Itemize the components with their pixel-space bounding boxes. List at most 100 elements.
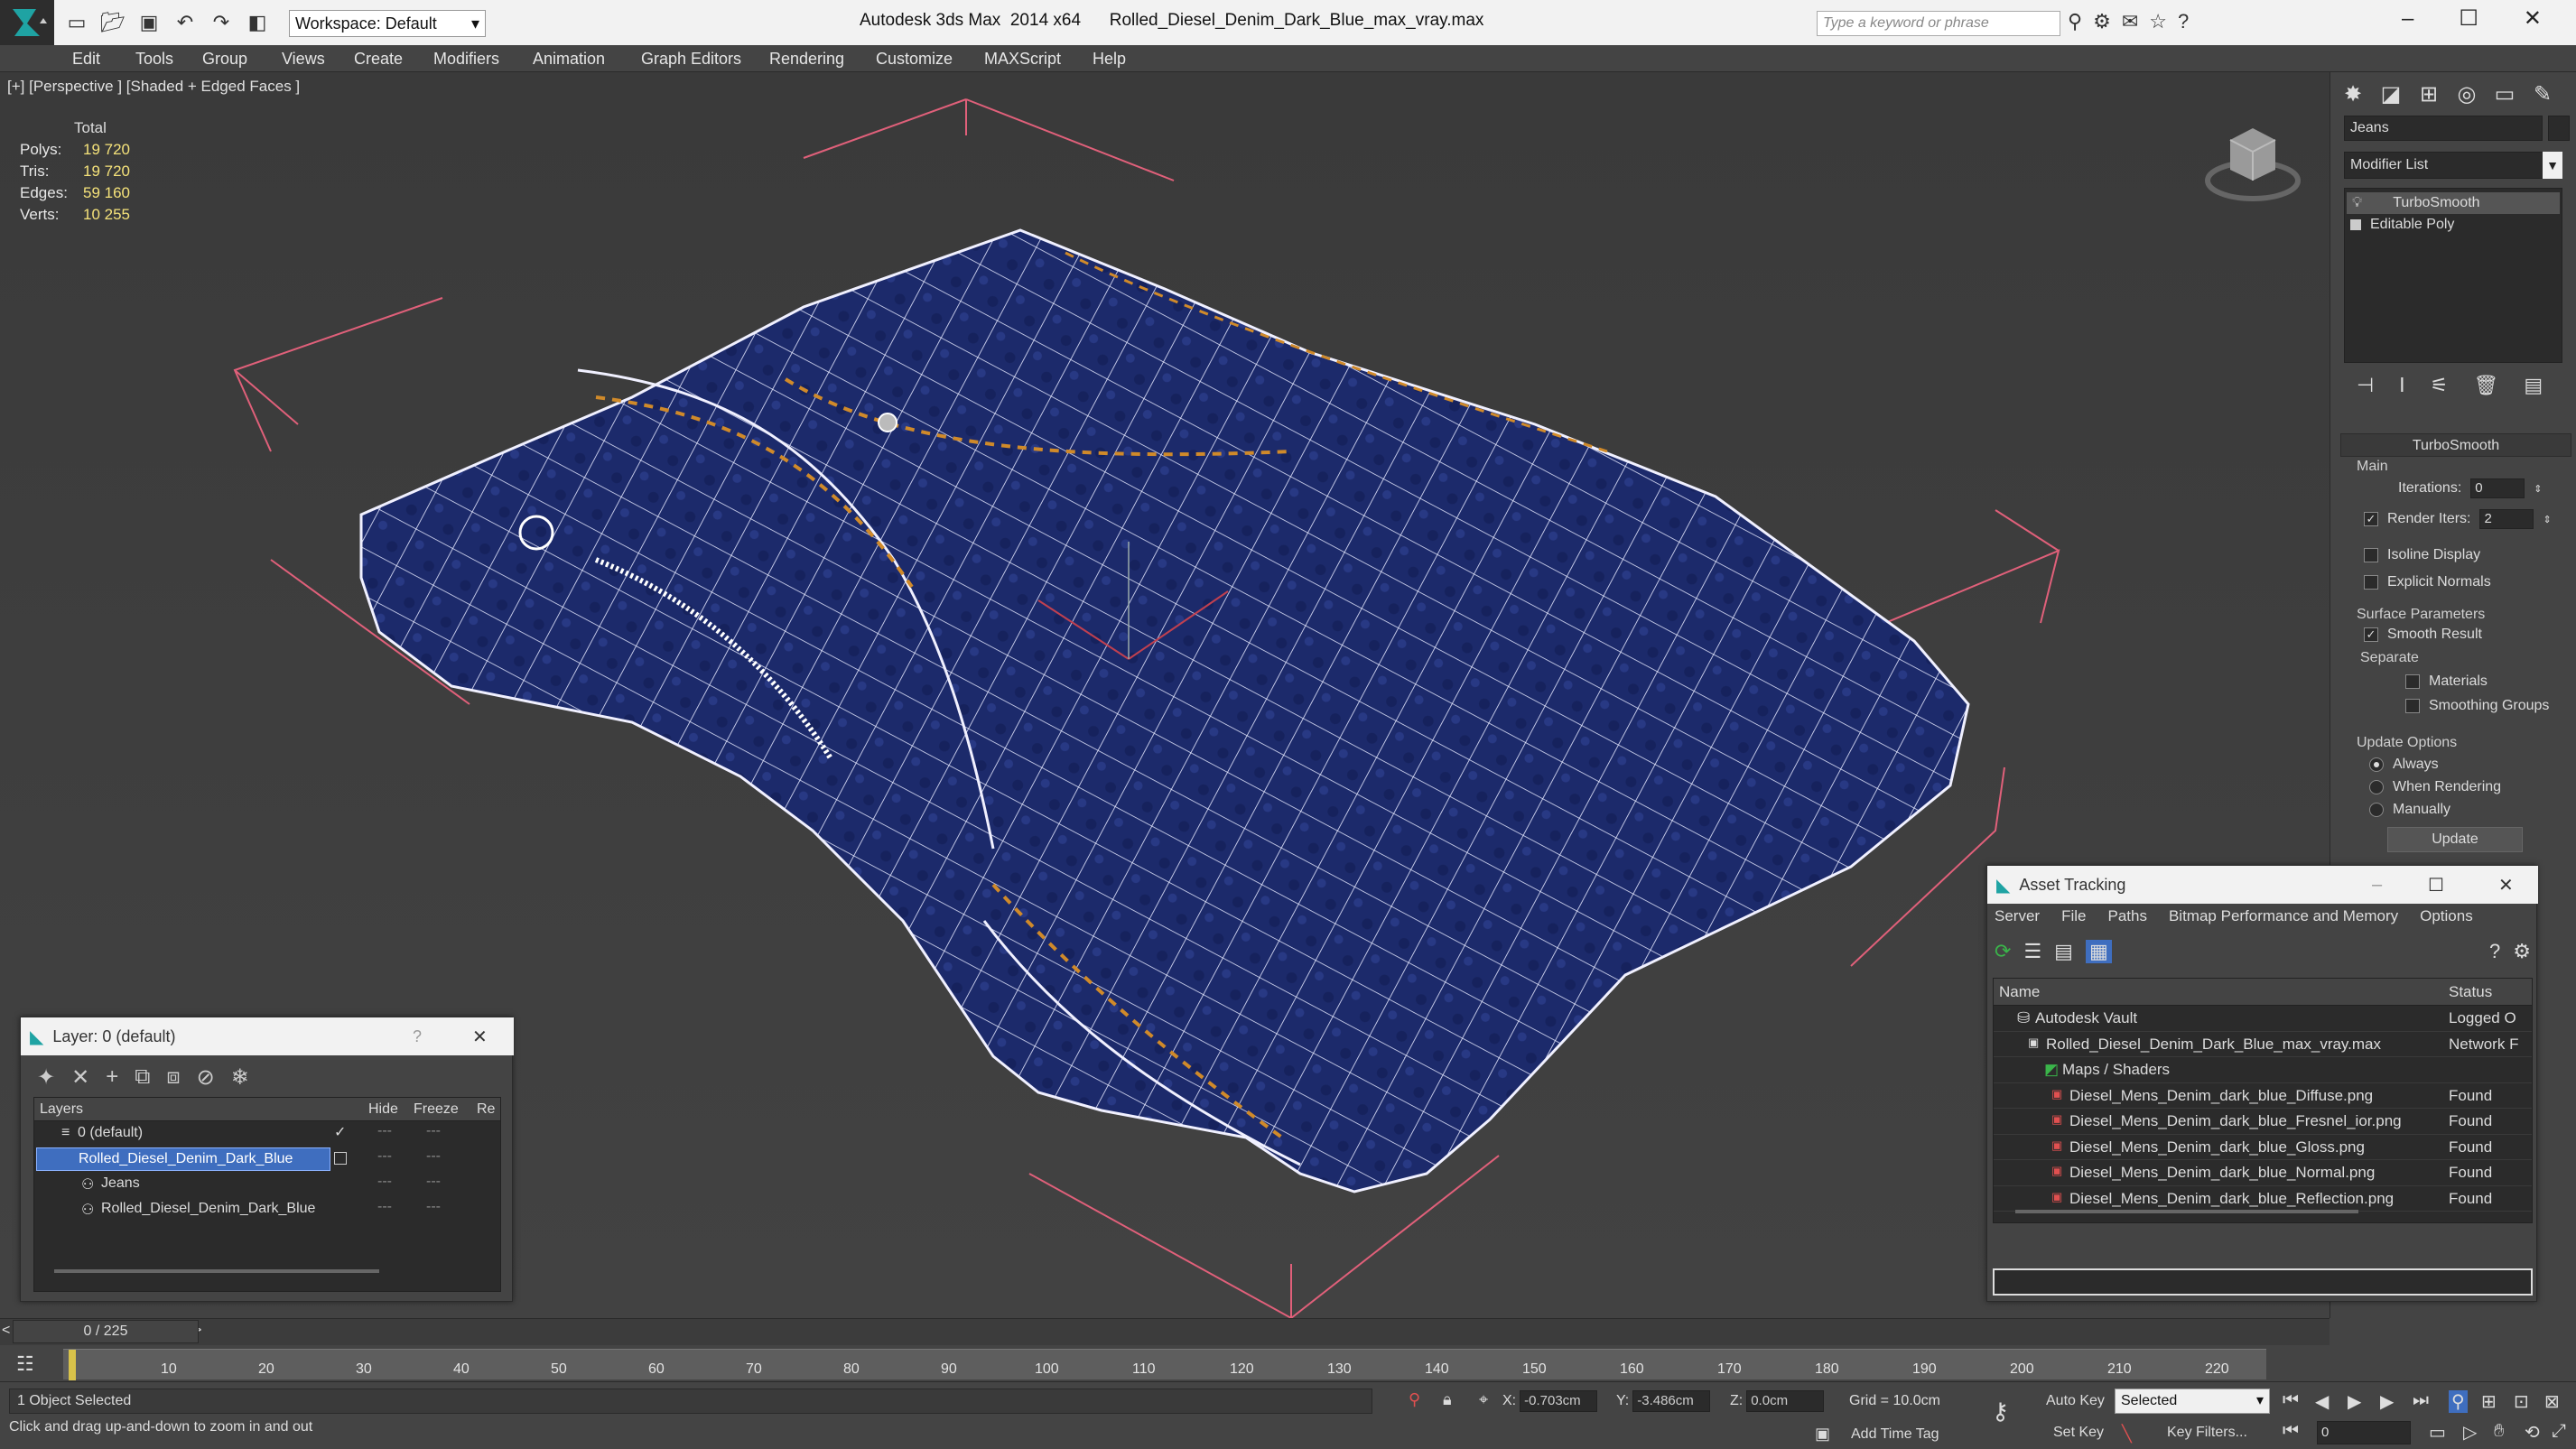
help-icon[interactable]: ? <box>2489 940 2500 963</box>
workspace-dropdown[interactable]: Workspace: Default ▾ <box>289 10 486 37</box>
asset-menu-bitmap[interactable]: Bitmap Performance and Memory <box>2169 907 2398 925</box>
object-name-field[interactable]: Jeans <box>2344 116 2543 141</box>
zoom-extents-all-icon[interactable]: ⊠ <box>2544 1390 2560 1413</box>
asset-row[interactable]: ▣ Diesel_Mens_Denim_dark_blue_Normal.png F… <box>1994 1160 2532 1186</box>
materials-checkbox[interactable] <box>2405 674 2420 689</box>
field-of-view-icon[interactable]: ▷ <box>2463 1421 2477 1444</box>
close-icon[interactable]: ✕ <box>2524 5 2542 32</box>
configure-sets-icon[interactable]: ▤ <box>2524 374 2543 397</box>
maximize-viewport-icon[interactable]: ⤢ <box>2552 1421 2566 1442</box>
menu-rendering[interactable]: Rendering <box>769 50 844 69</box>
motion-tab-icon[interactable]: ◎ <box>2450 78 2484 110</box>
render-iters-spinner[interactable]: 2 <box>2479 509 2534 529</box>
render-iters-checkbox[interactable]: ✓ <box>2364 512 2378 526</box>
close-icon[interactable]: ✕ <box>472 1026 488 1048</box>
z-field[interactable]: 0.0cm <box>1746 1390 1825 1412</box>
save-icon[interactable]: ▣ <box>135 9 163 36</box>
key-filters-button[interactable]: Key Filters... <box>2167 1425 2247 1441</box>
favorites-star-icon[interactable]: ☆ <box>2149 10 2167 33</box>
table-view-icon[interactable]: ▦ <box>2085 940 2112 963</box>
isolate-icon[interactable]: ⚲ <box>1409 1390 1420 1409</box>
maximize-icon[interactable]: ☐ <box>2428 874 2444 896</box>
active-check-icon[interactable]: ✓ <box>334 1123 346 1141</box>
detail-view-icon[interactable]: ▤ <box>2054 940 2073 963</box>
freeze-toggle[interactable]: --- <box>426 1199 441 1215</box>
rollout-header[interactable]: TurboSmooth <box>2340 433 2571 457</box>
play-icon[interactable]: ▶︎ <box>2348 1390 2361 1413</box>
binoculars-icon[interactable]: ⚲ <box>2068 10 2082 33</box>
menu-customize[interactable]: Customize <box>876 50 953 69</box>
stack-item-editable-poly[interactable]: Editable Poly <box>2345 214 2562 236</box>
horizontal-scrollbar[interactable] <box>2015 1210 2358 1213</box>
minimize-icon[interactable]: – <box>2372 875 2382 896</box>
display-tab-icon[interactable]: ▭ <box>2488 78 2522 110</box>
set-key-button[interactable]: Set Key <box>2053 1425 2104 1441</box>
spinner-arrows-icon[interactable]: ⇕ <box>2543 514 2551 525</box>
go-to-end-icon[interactable]: ⏭ <box>2413 1390 2429 1411</box>
key-mode-toggle-icon[interactable]: ⏮ <box>2283 1421 2299 1442</box>
col-status[interactable]: Status <box>2449 983 2492 1001</box>
list-view-icon[interactable]: ☰ <box>2023 940 2041 963</box>
pan-view-icon[interactable]: ✋︎ <box>2494 1421 2504 1442</box>
freeze-all-icon[interactable]: ❄ <box>231 1064 249 1091</box>
asset-menu-server[interactable]: Server <box>1995 907 2040 925</box>
col-freeze[interactable]: Freeze <box>414 1101 459 1118</box>
project-folder-icon[interactable]: ◧ <box>244 9 271 36</box>
make-unique-icon[interactable]: ⚟ <box>2431 374 2449 397</box>
col-name[interactable]: Name <box>1999 983 2040 1001</box>
freeze-toggle[interactable]: --- <box>426 1148 441 1165</box>
curve-editor-icon[interactable]: ☷ <box>16 1352 34 1376</box>
menu-help[interactable]: Help <box>1093 50 1126 69</box>
viewport-label[interactable]: [+] [Perspective ] [Shaded + Edged Faces… <box>7 78 300 96</box>
prev-frame-icon[interactable]: < <box>2 1323 10 1339</box>
menu-group[interactable]: Group <box>202 50 247 69</box>
smoothing-groups-checkbox[interactable] <box>2405 699 2420 713</box>
always-radio[interactable] <box>2369 757 2384 772</box>
refresh-icon[interactable]: ⟳ <box>1995 940 2011 963</box>
asset-path-field[interactable] <box>1993 1268 2533 1296</box>
set-active-box[interactable] <box>334 1152 347 1165</box>
hide-toggle[interactable]: --- <box>377 1199 392 1215</box>
modify-tab-icon[interactable]: ◪ <box>2374 78 2408 110</box>
zoom-all-icon[interactable]: ⊞ <box>2481 1390 2497 1413</box>
lightbulb-icon[interactable]: 💡︎ <box>2352 195 2362 211</box>
isoline-checkbox[interactable] <box>2364 548 2378 562</box>
asset-row[interactable]: ▣ Diesel_Mens_Denim_dark_blue_Gloss.png Fo… <box>1994 1135 2532 1160</box>
previous-frame-icon[interactable]: ◀︎ <box>2315 1390 2329 1413</box>
redo-icon[interactable]: ↷ <box>208 9 235 36</box>
stack-item-turbosmooth[interactable]: 💡︎ TurboSmooth <box>2347 192 2560 214</box>
layer-row[interactable]: ⚇ Rolled_Diesel_Denim_Dark_Blue --- --- <box>34 1197 500 1222</box>
viewcube-icon[interactable] <box>2194 108 2311 208</box>
menu-graph-editors[interactable]: Graph Editors <box>641 50 741 69</box>
layer-name[interactable]: 0 (default) <box>78 1125 143 1141</box>
hide-toggle[interactable]: --- <box>377 1174 392 1190</box>
layer-name[interactable]: Rolled_Diesel_Denim_Dark_Blue <box>36 1147 330 1171</box>
menu-tools[interactable]: Tools <box>135 50 173 69</box>
freeze-toggle[interactable]: --- <box>426 1123 441 1139</box>
col-render[interactable]: Re <box>477 1101 495 1118</box>
key-set-dropdown[interactable]: Selected ▾ <box>2115 1389 2270 1414</box>
search-input[interactable]: Type a keyword or phrase <box>1817 11 2060 36</box>
next-frame-icon[interactable]: ▶︎ <box>2380 1390 2394 1413</box>
absolute-mode-icon[interactable]: ⌖ <box>1479 1390 1488 1409</box>
create-tab-icon[interactable]: ✸ <box>2336 78 2370 110</box>
help-icon[interactable]: ? <box>2178 10 2189 33</box>
hide-all-icon[interactable]: ⊘ <box>197 1064 215 1091</box>
asset-row[interactable]: ▣ Diesel_Mens_Denim_dark_blue_Reflection.… <box>1994 1186 2532 1212</box>
hierarchy-tab-icon[interactable]: ⊞ <box>2412 78 2446 110</box>
layer-dialog-titlebar[interactable]: ◣ Layer: 0 (default) ? ✕ <box>21 1017 514 1055</box>
asset-row[interactable]: ▣ Rolled_Diesel_Denim_Dark_Blue_max_vray.… <box>1994 1032 2532 1057</box>
menu-views[interactable]: Views <box>282 50 325 69</box>
menu-modifiers[interactable]: Modifiers <box>433 50 499 69</box>
asset-menu-file[interactable]: File <box>2061 907 2086 925</box>
when-rendering-radio[interactable] <box>2369 780 2384 794</box>
iterations-spinner[interactable]: 0 <box>2470 478 2525 498</box>
object-color-swatch[interactable] <box>2548 116 2570 141</box>
settings-icon[interactable]: ⚙ <box>2513 940 2531 963</box>
remove-modifier-icon[interactable]: 🗑︎ <box>2473 374 2498 397</box>
highlight-layer-icon[interactable]: ⧈ <box>166 1064 180 1090</box>
manually-radio[interactable] <box>2369 803 2384 817</box>
app-logo-icon[interactable] <box>0 0 54 45</box>
key-mode-icon[interactable]: ╲ <box>2122 1425 2132 1444</box>
asset-row[interactable]: ▣ Diesel_Mens_Denim_dark_blue_Fresnel_ior… <box>1994 1109 2532 1135</box>
